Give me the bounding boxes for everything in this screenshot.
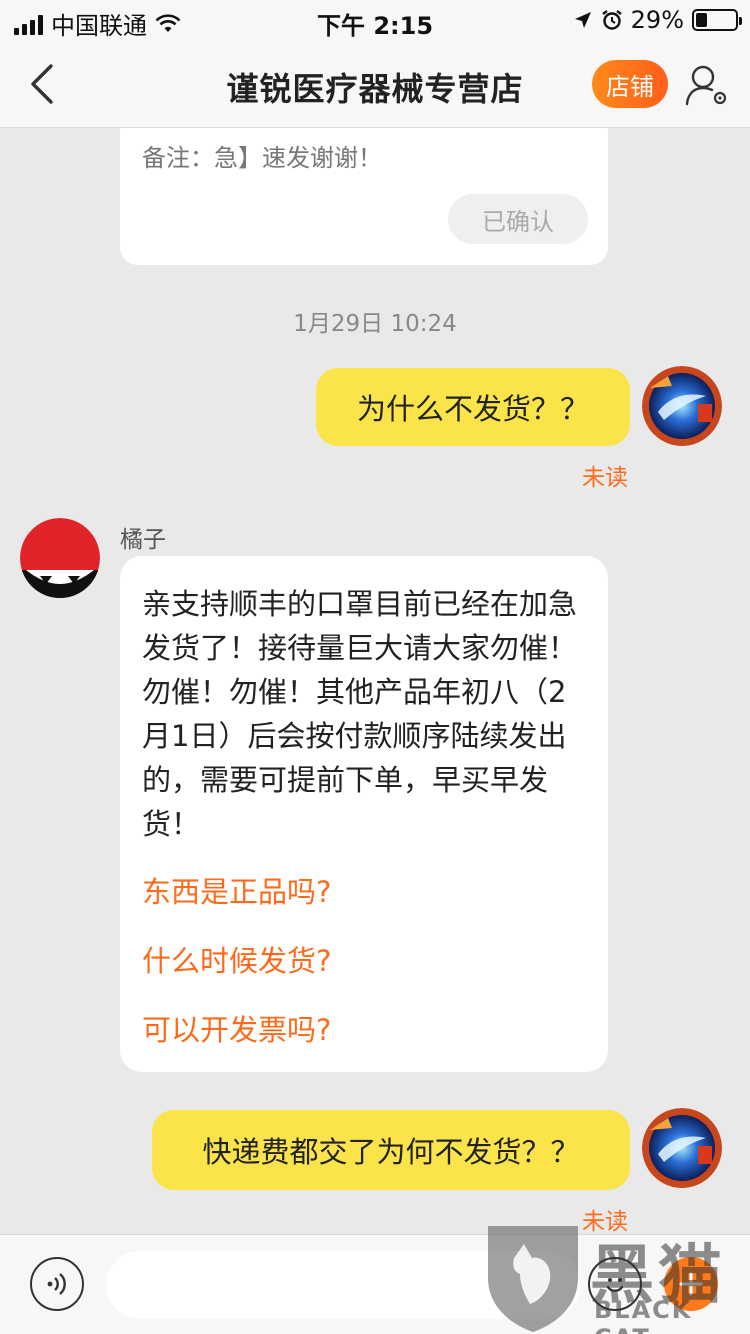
agent-message-bubble[interactable]: 亲支持顺丰的口罩目前已经在加急发货了！接待量巨大请大家勿催！勿催！勿催！其他产品…: [120, 556, 608, 1072]
battery-icon: [692, 9, 742, 31]
status-bar: 中国联通 下午 2:15 29%: [0, 0, 750, 40]
customer-avatar[interactable]: [642, 1108, 722, 1188]
faq-link[interactable]: 东西是正品吗?: [142, 871, 586, 913]
order-card: 备注：急】速发谢谢！ 已确认: [120, 128, 608, 265]
battery-level: [696, 13, 707, 27]
message-text: 快递费都交了为何不发货？？: [202, 1135, 580, 1169]
nav-bar: 谨锐医疗器械专营店 店铺: [0, 40, 750, 128]
order-note: 备注：急】速发谢谢！: [142, 144, 382, 172]
tmall-logo: [20, 518, 100, 598]
faq-link[interactable]: 可以开发票吗?: [142, 1009, 586, 1051]
agent-avatar[interactable]: [20, 518, 100, 598]
customer-avatar[interactable]: [642, 366, 722, 446]
customer-avatar-image: [642, 1108, 722, 1188]
watermark-text-en: BLACK CAT: [594, 1296, 693, 1334]
battery-percent: 29%: [630, 6, 684, 34]
faq-link[interactable]: 什么时候发货?: [142, 940, 586, 982]
message-text: 为什么不发货？？: [356, 392, 589, 426]
black-cat-watermark: 黑猫 BLACK CAT: [480, 1218, 750, 1334]
voice-icon: [47, 1273, 66, 1295]
user-settings-icon[interactable]: [684, 62, 730, 108]
chat-area[interactable]: 备注：急】速发谢谢！ 已确认 1月29日 10:24 为什么不发货？？ 未读 橘…: [0, 128, 750, 1234]
message-text: 亲支持顺丰的口罩目前已经在加急发货了！接待量巨大请大家勿催！勿催！勿催！其他产品…: [142, 587, 578, 841]
message-timestamp: 1月29日 10:24: [293, 311, 457, 337]
alarm-icon: [601, 10, 622, 30]
black-cat-shield-logo: [488, 1226, 578, 1332]
store-button[interactable]: 店铺: [592, 60, 668, 108]
voice-button[interactable]: [30, 1257, 84, 1311]
customer-message-bubble[interactable]: 为什么不发货？？: [316, 368, 630, 446]
unread-status: 未读: [582, 465, 628, 491]
customer-avatar-image: [642, 366, 722, 446]
location-arrow-icon: [574, 12, 591, 28]
customer-message-bubble[interactable]: 快递费都交了为何不发货？？: [152, 1110, 630, 1190]
status-right: 29%: [573, 6, 742, 34]
agent-name: 橘子: [120, 527, 166, 553]
confirmed-button: 已确认: [448, 194, 588, 244]
